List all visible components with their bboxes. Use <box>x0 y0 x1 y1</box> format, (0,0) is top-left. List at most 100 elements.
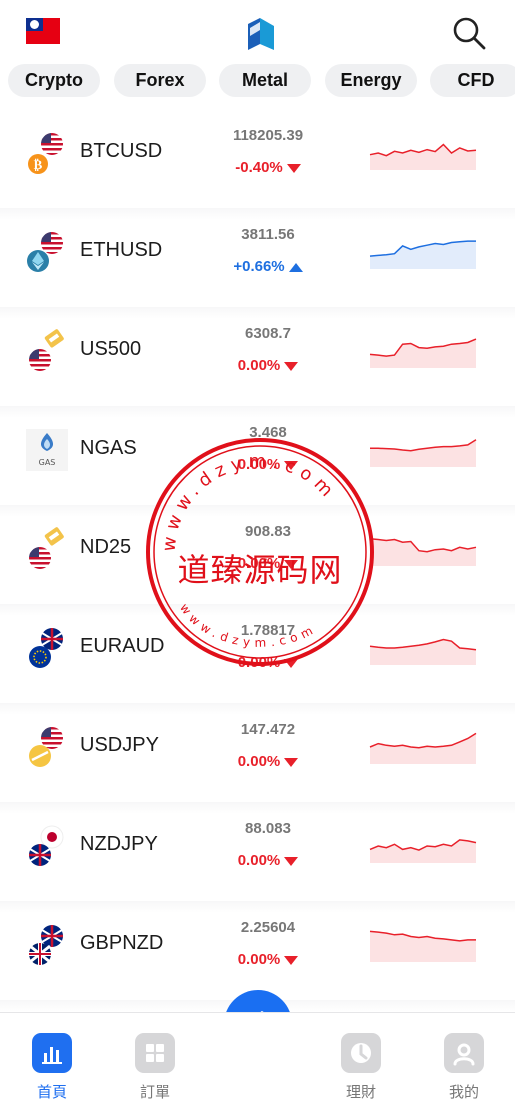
tab-forex[interactable]: Forex <box>114 64 206 97</box>
quote-change: 0.00% <box>200 753 336 770</box>
quote-symbol: EURAUD <box>80 635 165 657</box>
us500-icon <box>24 328 70 374</box>
natural-gas-icon: GAS <box>24 427 70 473</box>
quote-row-ngas[interactable]: GAS NGAS 3.468 0.00% <box>0 407 515 517</box>
sparkline-area <box>370 639 476 665</box>
nav-orders-label: 訂單 <box>139 1083 170 1101</box>
nav-profile-label: 我的 <box>448 1083 479 1101</box>
header <box>0 0 515 64</box>
quote-change-value: -0.40% <box>235 159 283 176</box>
quote-change-value: 0.00% <box>237 753 281 770</box>
quote-change-value: 0.00% <box>237 456 281 473</box>
quote-row-usdjpy[interactable]: USDJPY 147.472 0.00% <box>0 704 515 814</box>
quote-change: +0.66% <box>200 258 336 275</box>
nav-profile[interactable]: 我的 <box>434 1033 494 1102</box>
sparkline-chart <box>369 338 477 368</box>
sparkline-area <box>370 931 476 962</box>
quote-change-value: 0.00% <box>237 654 281 671</box>
arrow-down-icon <box>284 757 299 767</box>
quote-price: 908.83 <box>245 523 291 540</box>
quote-change: -0.40% <box>200 159 336 176</box>
quote-change: 0.00% <box>200 951 336 968</box>
quote-price: 1.78817 <box>240 622 296 639</box>
quote-price: 6308.7 <box>245 325 291 342</box>
nav-orders[interactable]: 訂單 <box>125 1033 185 1102</box>
quote-change: 0.00% <box>200 852 336 869</box>
quote-row-ethusd[interactable]: ETHUSD 3811.56 +0.66% <box>0 209 515 319</box>
arrow-down-icon <box>284 856 299 866</box>
quote-price: 3.468 <box>249 424 287 441</box>
svg-text:GAS: GAS <box>39 458 56 467</box>
quote-change: 0.00% <box>200 654 336 671</box>
clock-icon <box>341 1033 381 1073</box>
quote-row-euraud[interactable]: EURAUD 1.78817 0.00% <box>0 605 515 715</box>
tab-metal[interactable]: Metal <box>219 64 311 97</box>
svg-text:₿: ₿ <box>34 158 43 173</box>
quote-change-value: 0.00% <box>237 852 281 869</box>
sparkline-area <box>370 439 476 467</box>
quote-symbol: US500 <box>80 338 142 360</box>
app-logo-icon <box>248 18 274 50</box>
quote-symbol: ND25 <box>80 536 132 558</box>
bottom-nav: 首頁 訂單 理財 我的 <box>0 1012 515 1115</box>
quote-change-value: 0.00% <box>237 357 281 374</box>
arrow-down-icon <box>284 361 299 371</box>
quote-price: 147.472 <box>240 721 296 738</box>
btc-usd-icon: ₿ <box>24 130 70 176</box>
tab-crypto[interactable]: Crypto <box>8 64 100 97</box>
nav-finance-label: 理財 <box>345 1083 376 1101</box>
search-icon[interactable] <box>452 16 486 50</box>
sparkline-chart <box>369 638 477 665</box>
tab-cfd[interactable]: CFD <box>430 64 515 97</box>
user-icon <box>444 1033 484 1073</box>
sparkline-area <box>370 733 476 764</box>
taiwan-flag-icon[interactable] <box>26 18 60 44</box>
quote-price: 2.25604 <box>240 919 296 936</box>
quote-row-gbpnzd[interactable]: GBPNZD 2.25604 0.00% <box>0 902 515 1012</box>
quote-change: 0.00% <box>200 357 336 374</box>
sparkline-area <box>370 538 476 566</box>
sparkline-chart <box>369 930 476 962</box>
grid-icon <box>135 1033 175 1073</box>
arrow-down-icon <box>284 658 299 668</box>
nav-home-label: 首頁 <box>36 1083 67 1101</box>
nd25-icon <box>24 526 70 572</box>
quote-row-nzdjpy[interactable]: NZDJPY 88.083 0.00% <box>0 803 515 913</box>
usd-jpy-icon <box>24 724 70 770</box>
quote-change-value: +0.66% <box>233 258 285 275</box>
eth-usd-icon <box>24 229 70 275</box>
arrow-down-icon <box>284 955 299 965</box>
nav-finance[interactable]: 理財 <box>331 1033 391 1102</box>
nav-home[interactable]: 首頁 <box>22 1033 82 1102</box>
quote-symbol: BTCUSD <box>80 140 163 162</box>
quote-symbol: ETHUSD <box>80 239 163 261</box>
quote-symbol: NGAS <box>80 437 137 459</box>
sparkline-chart <box>369 538 477 566</box>
bar-chart-icon <box>32 1033 72 1073</box>
quote-change-value: 0.00% <box>237 951 281 968</box>
arrow-down-icon <box>284 460 299 470</box>
sparkline-chart <box>369 240 476 269</box>
sparkline-chart <box>369 143 477 170</box>
gbp-nzd-icon <box>24 922 70 968</box>
quote-symbol: USDJPY <box>80 734 159 756</box>
quote-price: 88.083 <box>245 820 291 837</box>
quote-symbol: NZDJPY <box>80 833 158 855</box>
quote-change: 0.00% <box>200 456 336 473</box>
quote-price: 3811.56 <box>241 226 295 243</box>
arrow-down-icon <box>284 559 299 569</box>
quote-row-btcusd[interactable]: ₿ BTCUSD 118205.39 -0.40% <box>0 110 515 220</box>
arrow-up-icon <box>288 262 303 272</box>
nzd-jpy-icon <box>24 823 70 869</box>
sparkline-chart <box>370 439 477 467</box>
quote-row-us500[interactable]: US500 6308.7 0.00% <box>0 308 515 418</box>
eur-aud-icon <box>24 625 70 671</box>
sparkline-area <box>370 839 476 863</box>
sparkline-chart <box>369 732 477 764</box>
quote-change: 0.00% <box>200 555 336 572</box>
quote-symbol: GBPNZD <box>80 932 164 954</box>
sparkline-chart <box>369 839 477 863</box>
quote-row-nd25[interactable]: ND25 908.83 0.00% <box>0 506 515 616</box>
tab-energy[interactable]: Energy <box>325 64 417 97</box>
arrow-down-icon <box>286 163 301 173</box>
